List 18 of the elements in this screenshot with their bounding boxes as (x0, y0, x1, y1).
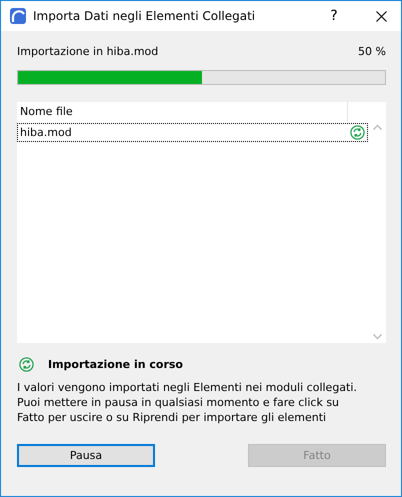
description-line: I valori vengono importati negli Elementi nei moduli collegati. (17, 380, 358, 395)
app-logo-icon (10, 8, 26, 24)
description-line: Fatto per uscire o su Riprendi per importare gli elementi (17, 410, 328, 424)
progress-label: Importazione in hiba.mod (17, 45, 158, 58)
column-header[interactable]: Nome file (17, 102, 348, 122)
file-name: hiba.mod (20, 126, 72, 139)
sync-icon (350, 125, 365, 140)
sync-icon (19, 357, 34, 372)
scroll-up-icon[interactable] (372, 124, 382, 130)
status-text: Importazione in corso (48, 358, 183, 371)
window-title: Importa Dati negli Elementi Collegati (33, 9, 256, 23)
help-button[interactable]: ? (314, 1, 354, 31)
description-line: Puoi mettere in pausa in qualsiasi momento e fare click su (17, 395, 340, 410)
file-row[interactable]: hiba.mod (17, 123, 368, 142)
progress-percent: 50 % (358, 45, 386, 58)
scroll-down-icon[interactable] (372, 334, 382, 340)
dialog-button[interactable]: Pausa (17, 444, 155, 467)
close-icon (376, 10, 386, 22)
